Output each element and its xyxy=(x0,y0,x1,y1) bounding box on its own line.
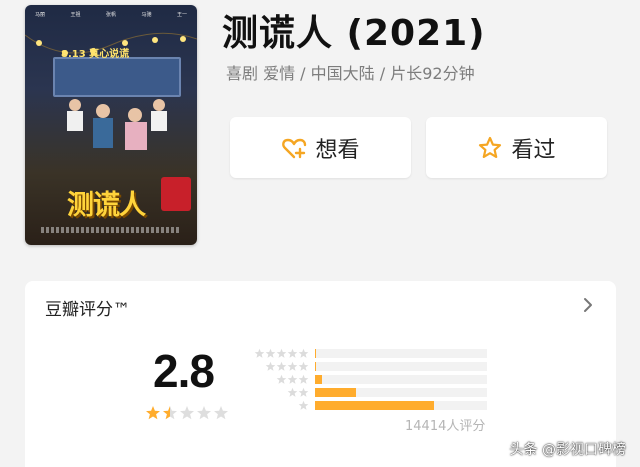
distribution-stars xyxy=(253,400,309,411)
distribution-bar xyxy=(315,388,487,397)
heart-plus-icon xyxy=(282,138,307,158)
rating-star-icon xyxy=(146,406,160,420)
distribution-bar-fill xyxy=(315,362,317,371)
distribution-bar-fill xyxy=(315,349,317,358)
distribution-star-icon xyxy=(265,348,276,358)
poster-people xyxy=(67,99,167,150)
distribution-star-icon xyxy=(298,361,309,371)
rating-score-stars xyxy=(145,405,229,421)
distribution-star-icon xyxy=(287,387,298,397)
poster-screen xyxy=(53,57,181,97)
distribution-bar-fill xyxy=(315,401,434,410)
distribution-stars xyxy=(253,361,309,372)
distribution-star-icon xyxy=(298,374,309,384)
want-to-watch-button[interactable]: 想看 xyxy=(230,117,411,178)
distribution-star-icon xyxy=(276,374,287,384)
distribution-star-icon xyxy=(254,348,265,358)
poster-credits xyxy=(41,227,181,233)
distribution-bar xyxy=(315,401,487,410)
poster-title: 测谎人 xyxy=(67,190,146,221)
distribution-bar-fill xyxy=(315,388,357,397)
rating-star-icon xyxy=(163,406,177,420)
poster-tagline: 8.13 真心说谎 xyxy=(61,49,130,60)
poster-cast-names: 马丽 王祖 张帆 马驰 王一 xyxy=(35,11,187,18)
distribution-star-icon xyxy=(287,361,298,371)
distribution-star-icon xyxy=(287,348,298,358)
rating-distribution-row xyxy=(253,386,487,399)
star-outline-icon xyxy=(479,136,502,158)
rating-star-icon xyxy=(214,406,228,420)
movie-meta: 喜剧 爱情 / 中国大陆 / 片长92分钟 xyxy=(226,64,475,83)
distribution-star-icon xyxy=(298,387,309,397)
watched-label: 看过 xyxy=(511,137,556,163)
distribution-star-icon xyxy=(276,348,287,358)
want-to-watch-label: 想看 xyxy=(315,137,360,163)
distribution-star-icon xyxy=(265,361,276,371)
poster-cast-name: 王祖 xyxy=(70,12,81,18)
distribution-stars xyxy=(253,374,309,385)
distribution-bar xyxy=(315,375,487,384)
distribution-bar xyxy=(315,349,487,358)
distribution-stars xyxy=(253,348,309,359)
rating-header: 豆瓣评分™ xyxy=(45,300,130,320)
movie-title: 测谎人 (2021) xyxy=(222,13,486,54)
rating-distribution xyxy=(253,347,487,412)
poster-cast-name: 张帆 xyxy=(105,12,116,18)
distribution-stars xyxy=(253,387,309,398)
chevron-right-icon[interactable] xyxy=(578,295,598,315)
distribution-star-icon xyxy=(287,374,298,384)
rating-distribution-row xyxy=(253,373,487,386)
distribution-bar-fill xyxy=(315,375,322,384)
watched-button[interactable]: 看过 xyxy=(426,117,607,178)
poster-truck xyxy=(161,177,191,211)
distribution-bar xyxy=(315,362,487,371)
distribution-star-icon xyxy=(298,400,309,410)
rating-score: 2.8 xyxy=(153,345,215,397)
rating-star-icon xyxy=(197,406,211,420)
distribution-star-icon xyxy=(276,361,287,371)
distribution-star-icon xyxy=(298,348,309,358)
rating-distribution-row xyxy=(253,347,487,360)
watermark: 头条 @影视口碑榜 xyxy=(509,442,626,458)
rating-distribution-row xyxy=(253,399,487,412)
rating-distribution-row xyxy=(253,360,487,373)
poster-cast-name: 马驰 xyxy=(141,12,152,18)
poster-cast-name: 王一 xyxy=(176,12,187,18)
movie-poster[interactable]: 马丽 王祖 张帆 马驰 王一 8.13 真心说谎 测谎人 xyxy=(25,5,197,245)
poster-cast-name: 马丽 xyxy=(35,12,46,18)
rating-star-icon xyxy=(180,406,194,420)
rating-count: 14414人评分 xyxy=(405,419,486,434)
